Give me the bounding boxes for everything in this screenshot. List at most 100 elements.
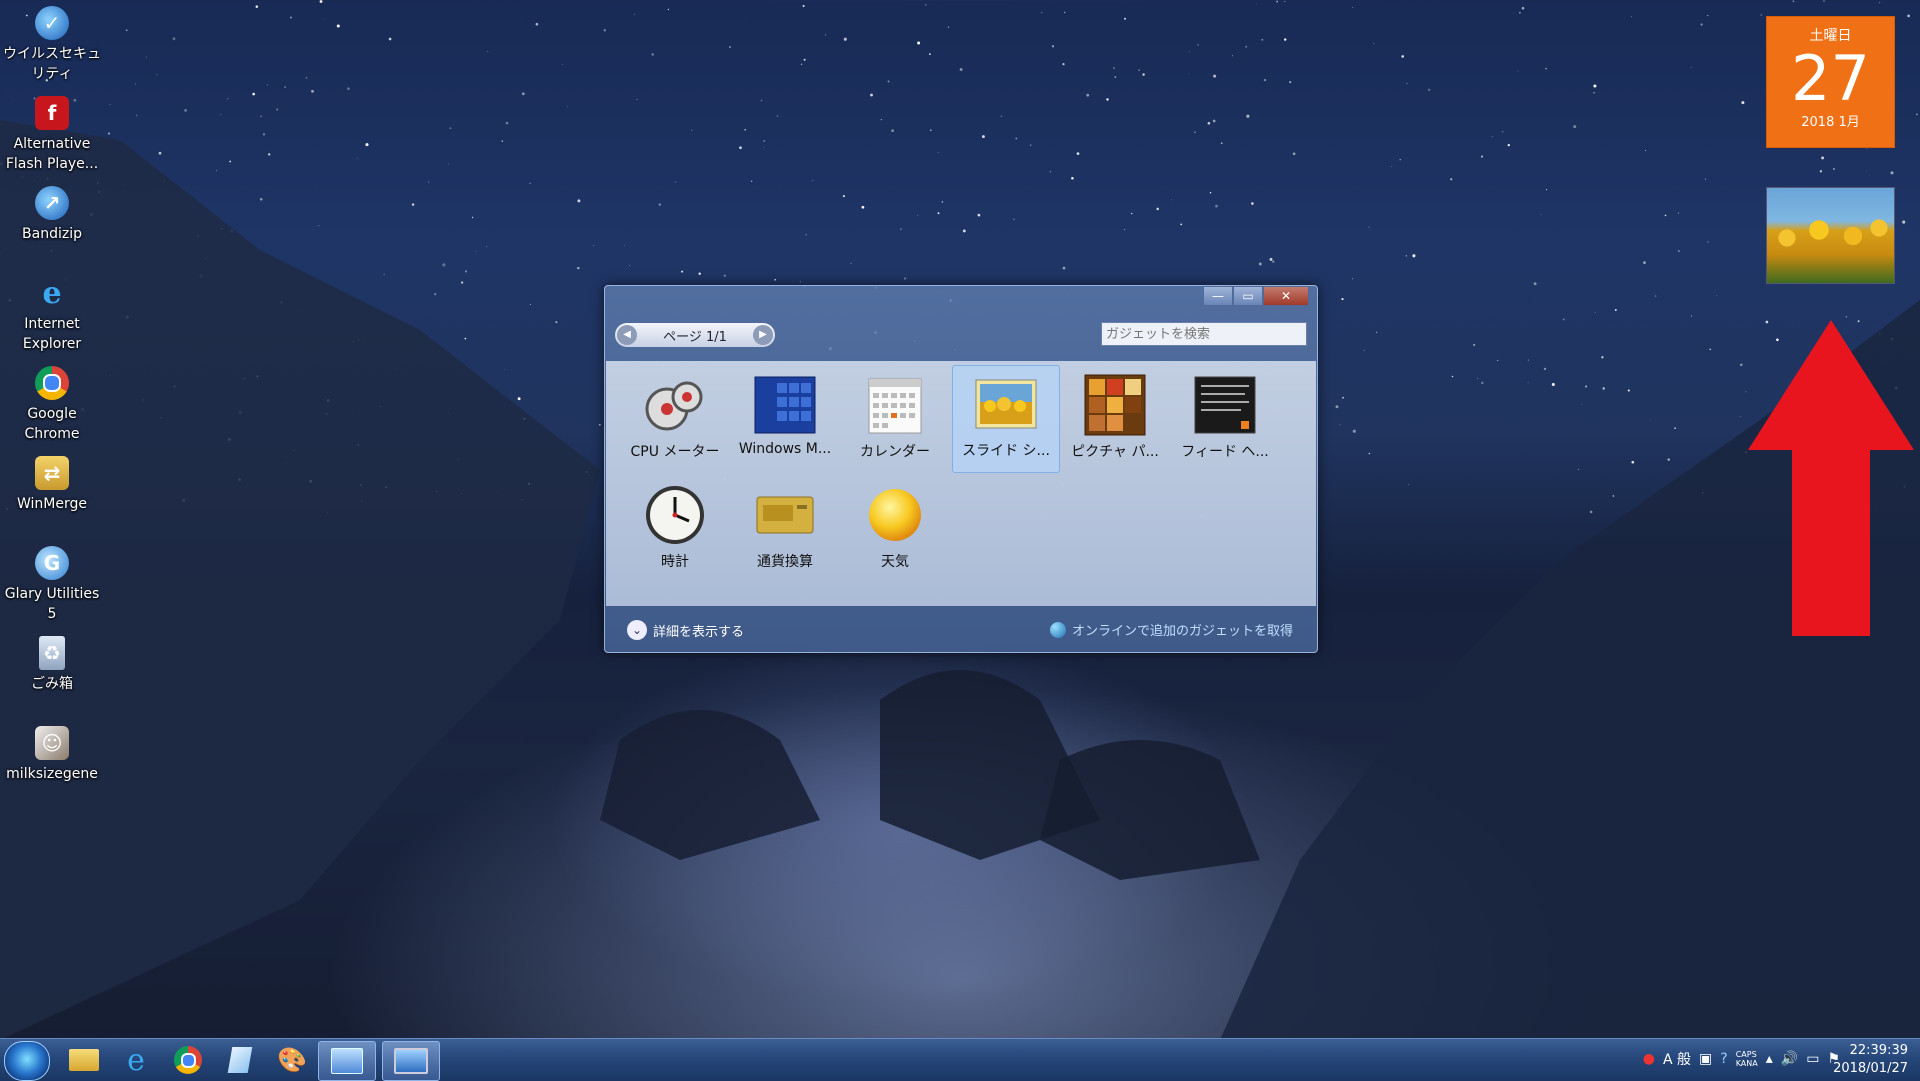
gadget-label: 時計 [661,554,689,570]
internet-explorer-icon: e [127,1042,145,1078]
start-button[interactable] [4,1041,50,1081]
calendar-gadget[interactable]: 土曜日 27 2018 1月 [1766,16,1895,148]
desktop-icon-milksizegene[interactable]: ☺ milksizegene [2,726,102,784]
page-navigator: ◀ ページ 1/1 ▶ [615,323,775,347]
desktop-icon-bandizip[interactable]: ↗ Bandizip [2,186,102,244]
get-more-gadgets-link[interactable]: オンラインで追加のガジェットを取得 [1049,620,1293,639]
caps-label: CAPS [1735,1050,1757,1059]
glary-utilities-icon: G [35,546,69,580]
gadget-tile-picture-puzzle[interactable]: ピクチャ パ... [1062,367,1168,473]
network-icon[interactable]: ▭ [1806,1051,1819,1067]
notification-red-icon[interactable]: ● [1643,1051,1655,1067]
taskbar-gadgets[interactable] [318,1041,376,1081]
taskbar-explorer[interactable] [60,1041,108,1079]
ime-indicator[interactable]: A 般 [1663,1049,1691,1069]
desktop-icon-winmerge[interactable]: ⇄ WinMerge [2,456,102,514]
slideshow-icon [974,372,1038,436]
gadget-tile-currency[interactable]: 通貨換算 [732,477,838,583]
gadget-tile-feed-headlines[interactable]: フィード ヘ... [1172,367,1278,473]
winmerge-icon: ⇄ [35,456,69,490]
chrome-icon [174,1046,202,1074]
clock-icon [643,483,707,547]
ime-toolbar-icon[interactable]: ▣ [1699,1051,1712,1067]
taskbar-paint[interactable]: 🎨 [268,1041,316,1079]
window-footer: ⌄ 詳細を表示する オンラインで追加のガジェットを取得 [605,608,1317,652]
get-more-gadgets-label: オンラインで追加のガジェットを取得 [1071,624,1293,639]
taskbar-chrome[interactable] [164,1041,212,1079]
calendar-icon [863,373,927,437]
desktop-icon-label: ごみ箱 [31,676,73,692]
maximize-button[interactable]: ▭ [1233,286,1263,306]
background-rock-4 [1040,740,1260,880]
clock-time: 22:39:39 [1849,1043,1908,1058]
show-details-label: 詳細を表示する [653,624,745,640]
currency-icon [753,483,817,547]
taskbar-internet-explorer[interactable]: e [112,1041,160,1079]
minimize-button[interactable]: — [1203,286,1233,306]
feed-headlines-icon [1193,373,1257,437]
desktop-icon-label: Google Chrome [24,406,80,442]
background-rock-3 [600,710,820,860]
next-page-button[interactable]: ▶ [752,325,773,345]
milksizegene-icon: ☺ [35,726,69,760]
system-tray: ● A 般 ▣ ? CAPS KANA ▴ 🔊 ▭ ⚑ [1643,1049,1840,1069]
gadget-tile-windows-media-center[interactable]: Windows M... [732,367,838,473]
picture-puzzle-icon [1083,373,1147,437]
desktop-icon-label: milksizegene [6,766,98,782]
gadget-tile-weather[interactable]: 天気 [842,477,948,583]
volume-icon[interactable]: 🔊 [1781,1051,1798,1067]
gadget-search-input[interactable] [1101,322,1307,346]
gadget-grid: CPU メーター Windows M... カレンダー スライド シ... ピク… [606,361,1316,606]
help-icon[interactable]: ? [1720,1051,1727,1067]
chrome-icon [35,366,69,400]
desktop-icon-recycle-bin[interactable]: ♻ ごみ箱 [2,636,102,694]
taskbar-notepad[interactable] [216,1041,264,1079]
notepad-icon [227,1047,253,1073]
security-icon: ✓ [35,6,69,40]
taskbar-clock[interactable]: 22:39:39 2018/01/27 [1833,1042,1908,1078]
desktop-icon-label: WinMerge [17,496,87,512]
gadget-label: スライド シ... [962,443,1050,459]
gadget-label: 通貨換算 [757,554,813,570]
gadget-label: ピクチャ パ... [1071,444,1159,460]
taskbar-remote-desktop[interactable] [382,1041,440,1081]
prev-page-button[interactable]: ◀ [617,325,637,345]
kana-label: KANA [1735,1059,1758,1068]
desktop-icon-label: Internet Explorer [22,316,82,352]
gadget-tile-slideshow[interactable]: スライド シ... [952,365,1060,473]
paint-palette-icon: 🎨 [277,1046,307,1074]
gadget-label: フィード ヘ... [1181,444,1269,460]
desktop-icon-glary-utilities[interactable]: G Glary Utilities 5 [2,546,102,624]
monitor-icon [394,1048,428,1074]
windows-media-center-icon [753,373,817,437]
desktop-icon-security[interactable]: ✓ ウイルスセキュリティ [2,6,102,84]
gadgets-icon [331,1048,363,1074]
folder-icon [69,1049,99,1071]
bandizip-icon: ↗ [35,186,69,220]
desktop-icon-label: Glary Utilities 5 [4,586,100,622]
gadget-gallery-window: — ▭ ✕ ◀ ページ 1/1 ▶ CPU メーター [604,285,1318,653]
desktop-icon-internet-explorer[interactable]: e Internet Explorer [2,276,102,354]
flash-player-icon: f [35,96,69,130]
taskbar: e 🎨 ● A 般 ▣ ? CAPS KANA ▴ 🔊 ▭ ⚑ 22:39:39… [0,1038,1920,1081]
clock-date: 2018/01/27 [1833,1061,1908,1076]
gadget-label: カレンダー [860,444,930,460]
slideshow-gadget[interactable] [1766,187,1895,284]
show-details-button[interactable]: ⌄ 詳細を表示する [627,620,744,640]
desktop-icon-chrome[interactable]: Google Chrome [2,366,102,444]
desktop-icon-label: Bandizip [22,226,82,242]
gadget-tile-cpu-meter[interactable]: CPU メーター [622,367,728,473]
calendar-day: 27 [1791,42,1870,115]
recycle-bin-icon: ♻ [39,636,65,670]
globe-icon [1049,621,1066,638]
weather-sun-icon [863,483,927,547]
desktop-icon-label: ウイルスセキュリティ [3,46,101,82]
internet-explorer-icon: e [42,275,62,311]
gadget-tile-clock[interactable]: 時計 [622,477,728,583]
show-hidden-icons-chevron-up-icon[interactable]: ▴ [1766,1051,1773,1067]
desktop-icon-label: Alternative Flash Playe... [5,136,99,172]
chevron-down-icon: ⌄ [627,620,647,640]
desktop-icon-flash-player[interactable]: f Alternative Flash Playe... [2,96,102,174]
gadget-tile-calendar[interactable]: カレンダー [842,367,948,473]
close-button[interactable]: ✕ [1263,286,1309,306]
